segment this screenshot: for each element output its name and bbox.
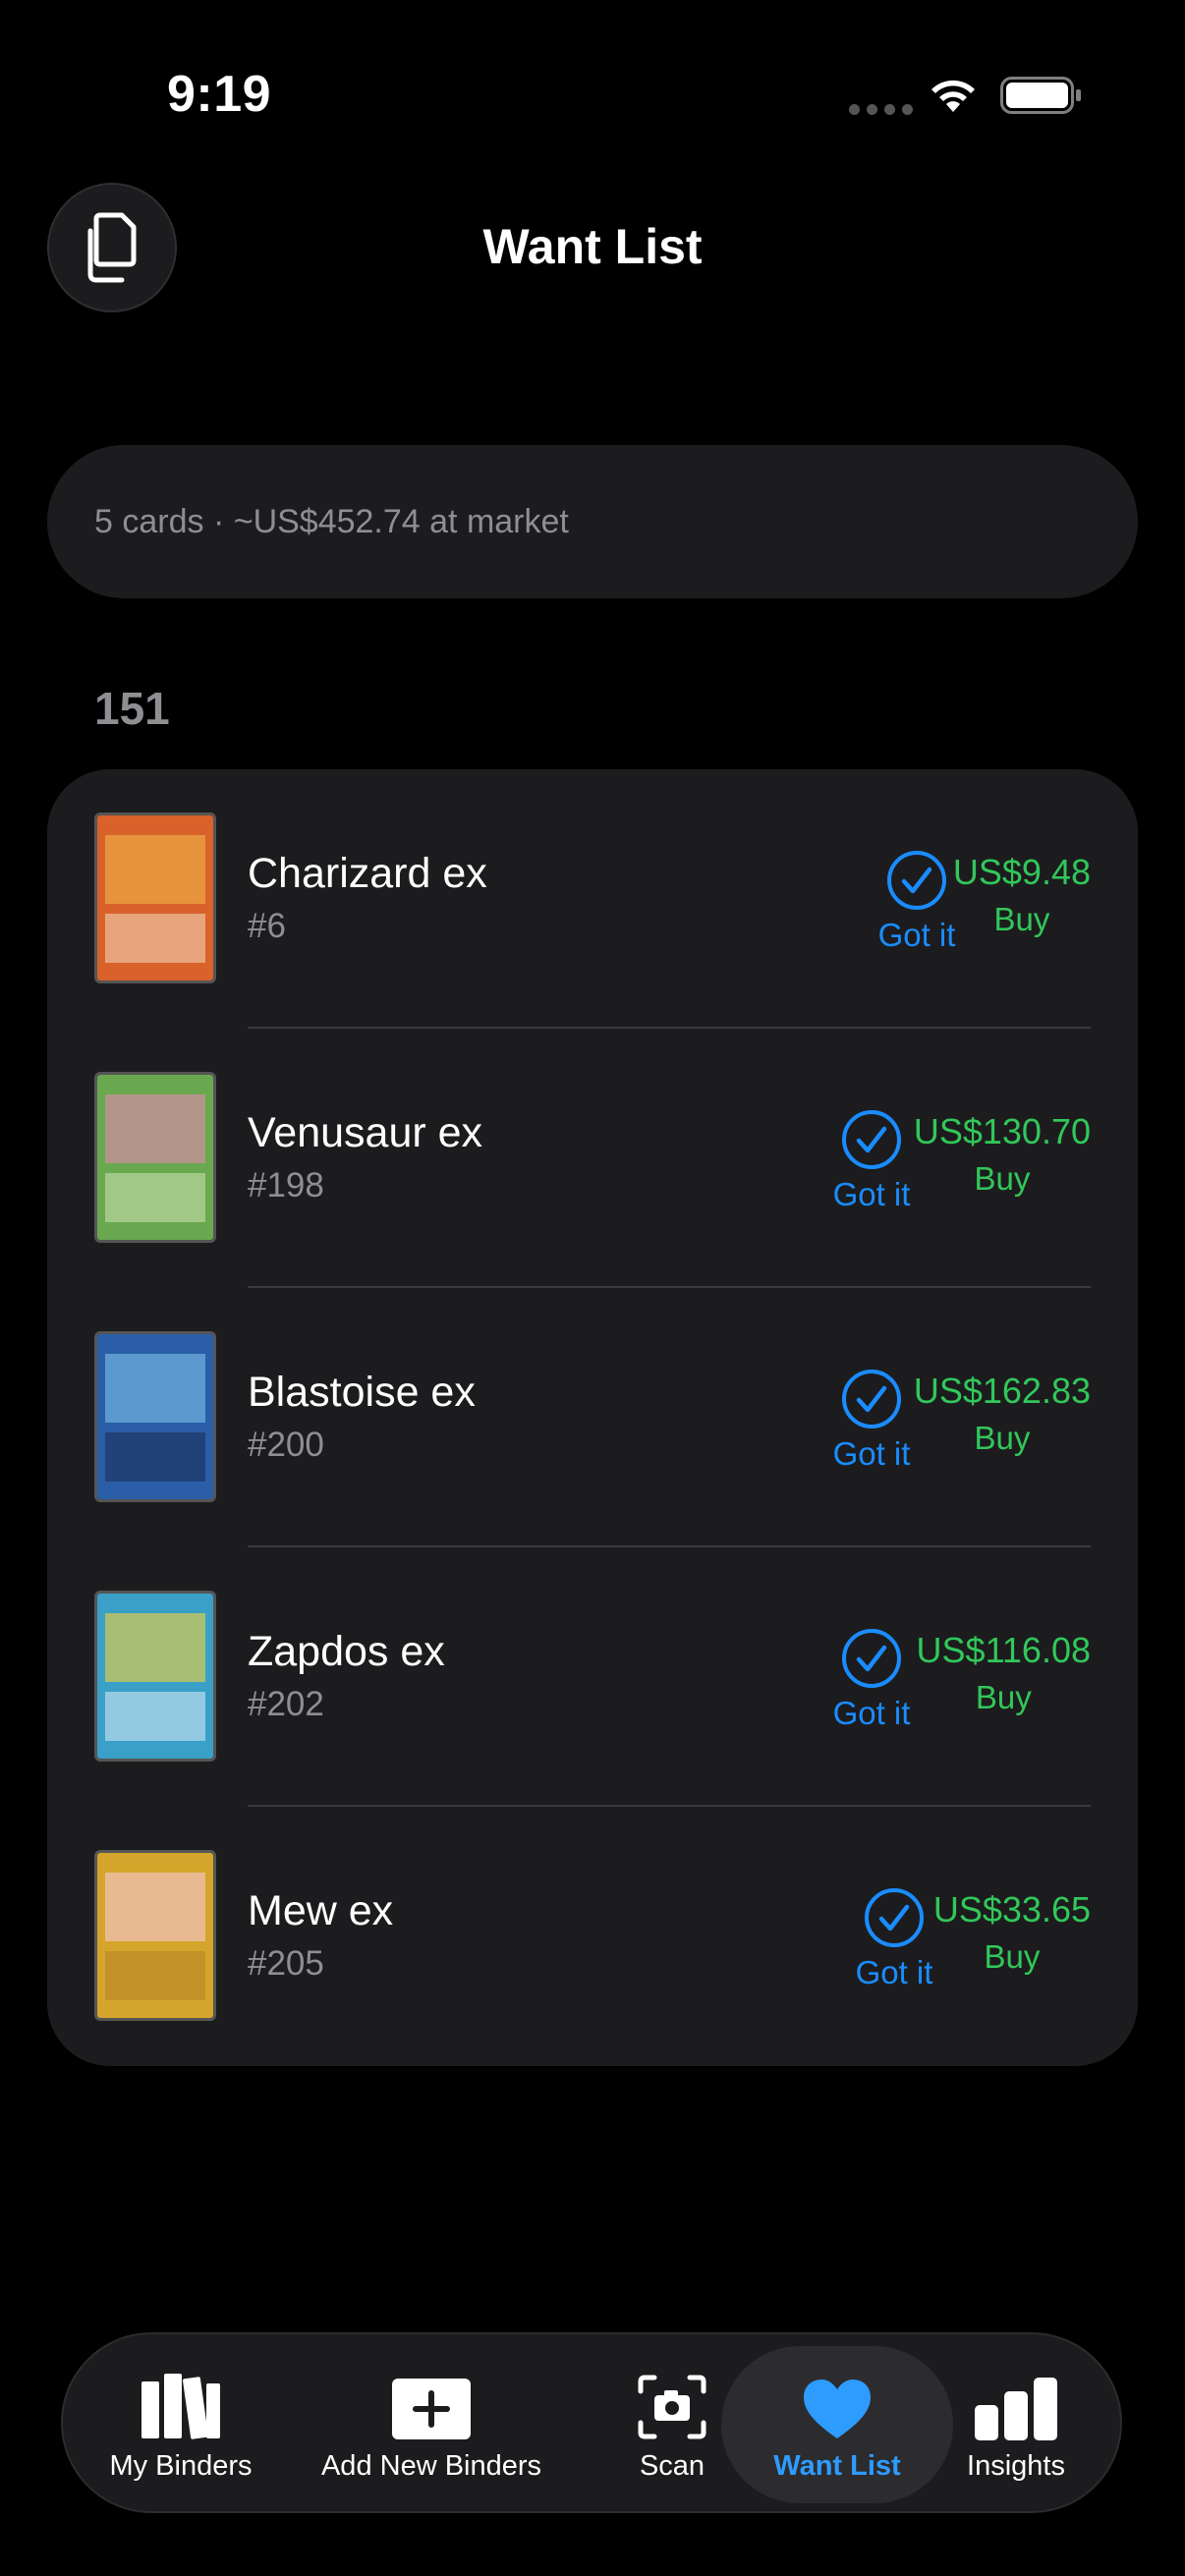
wifi-icon [931,80,975,112]
checkmark-circle-icon [842,1629,901,1688]
card-thumbnail[interactable] [94,1331,216,1502]
card-name: Blastoise ex [248,1369,476,1416]
tab-label: Add New Binders [320,2450,542,2482]
status-time: 9:19 [167,66,272,123]
buy-button[interactable]: US$9.48 Buy [953,852,1091,938]
card-number: #200 [248,1426,324,1464]
card-thumbnail[interactable] [94,1850,216,2021]
buy-button[interactable]: US$162.83 Buy [914,1371,1091,1457]
list-item[interactable]: Mew ex #205 Got it US$33.65 Buy [47,1807,1138,2066]
checkmark-circle-icon [842,1370,901,1428]
list-item[interactable]: Charizard ex #6 Got it US$9.48 Buy [47,769,1138,1029]
tab-my-binders[interactable]: My Binders [63,2334,299,2515]
buy-button[interactable]: US$33.65 Buy [933,1889,1091,1976]
summary-pill: 5 cards · ~US$452.74 at market [47,445,1138,598]
card-number: #205 [248,1944,324,1983]
price: US$33.65 [932,1889,1091,1930]
tab-scan[interactable]: Scan [623,2334,721,2515]
buy-button[interactable]: US$130.70 Buy [914,1111,1091,1198]
list-item[interactable]: Blastoise ex #200 Got it US$162.83 Buy [47,1288,1138,1547]
tab-label: Insights [967,2450,1065,2482]
tab-label: Want List [773,2450,901,2482]
card-name: Venusaur ex [248,1109,483,1156]
card-name: Charizard ex [248,850,487,897]
status-bar: 9:19 [0,0,1185,187]
battery-icon [1000,77,1081,114]
tab-label: Scan [639,2450,705,2482]
price: US$9.48 [952,852,1091,892]
binders-icon [141,2374,220,2439]
tab-want-list[interactable]: Want List [741,2334,933,2515]
checkmark-circle-icon [887,851,946,910]
card-name: Zapdos ex [248,1628,445,1675]
price: US$116.08 [916,1630,1091,1670]
tab-label: My Binders [109,2450,253,2482]
tab-insights[interactable]: Insights [947,2334,1085,2515]
card-thumbnail[interactable] [94,1072,216,1243]
checkmark-circle-icon [842,1110,901,1169]
card-thumbnail[interactable] [94,1591,216,1762]
card-number: #198 [248,1166,324,1204]
card-number: #6 [248,907,286,945]
bar-chart-icon [975,2378,1057,2440]
price: US$162.83 [913,1371,1091,1411]
cellular-signal-icon [849,104,913,115]
buy-label: Buy [993,901,1050,937]
plus-box-icon [392,2379,471,2439]
summary-text: 5 cards · ~US$452.74 at market [94,502,569,540]
list-item[interactable]: Zapdos ex #202 Got it US$116.08 Buy [47,1547,1138,1807]
price: US$130.70 [913,1111,1091,1151]
buy-label: Buy [984,1938,1041,1975]
section-title: 151 [94,683,170,734]
heart-icon [804,2380,871,2438]
page-title: Want List [482,219,703,274]
tab-add-new-binders[interactable]: Add New Binders [299,2334,564,2515]
buy-button[interactable]: US$116.08 Buy [917,1630,1091,1716]
card-thumbnail[interactable] [94,812,216,983]
buy-label: Buy [975,1679,1032,1715]
buy-label: Buy [974,1160,1031,1197]
list-item[interactable]: Venusaur ex #198 Got it US$130.70 Buy [47,1029,1138,1288]
tab-bar: My Binders Add New Binders Scan Want Lis… [61,2332,1122,2513]
buy-label: Buy [974,1420,1031,1456]
card-number: #202 [248,1685,324,1723]
card-name: Mew ex [248,1887,394,1934]
checkmark-circle-icon [865,1888,924,1947]
want-list: Charizard ex #6 Got it US$9.48 Buy Venus… [47,769,1138,2066]
camera-scan-icon [638,2375,706,2439]
